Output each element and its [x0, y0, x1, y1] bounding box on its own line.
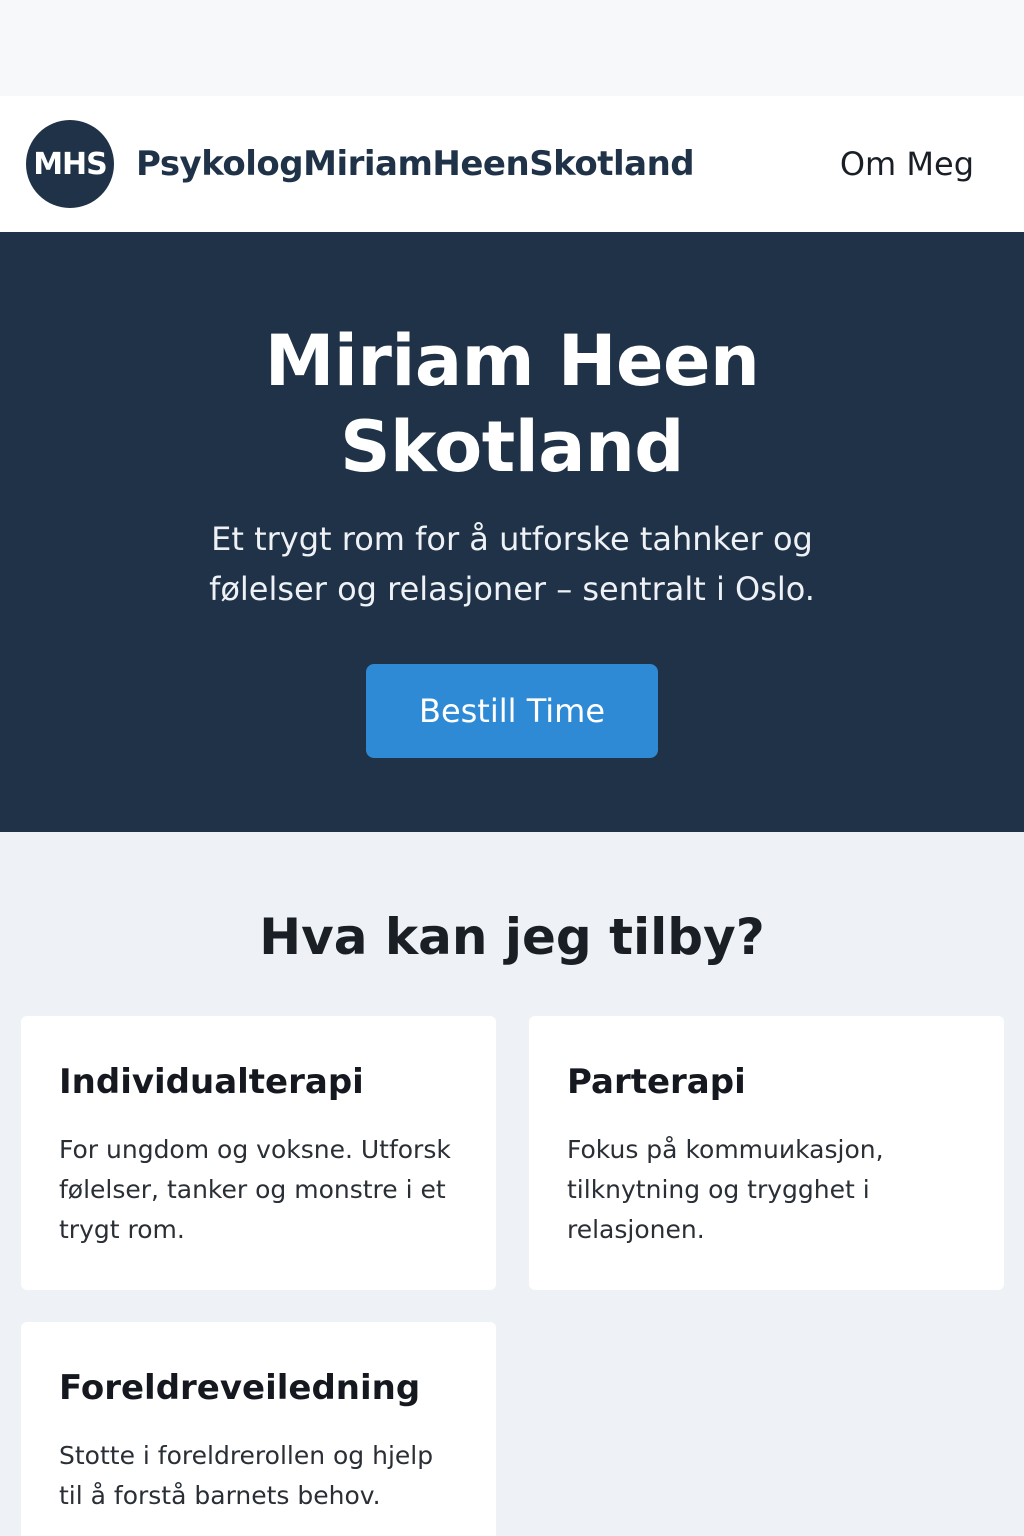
- nav-link-om-meg[interactable]: Om Meg: [840, 145, 974, 183]
- hero-section: Miriam Heen Skotland Et trygt rom for å …: [0, 232, 1024, 832]
- top-spacer: [0, 0, 1024, 96]
- service-card-title: Parterapi: [567, 1062, 746, 1102]
- services-heading: Hva kan jeg tilby?: [259, 908, 765, 966]
- navbar: MHS PsykologMiriamHeenSkotland Om Meg: [0, 96, 1024, 232]
- page: MHS PsykologMiriamHeenSkotland Om Meg Mi…: [0, 0, 1024, 1536]
- service-card-text: Fokus på kommuиkasjon, tilknytning og tr…: [567, 1135, 884, 1244]
- book-appointment-button[interactable]: Bestill Time: [366, 664, 658, 758]
- service-card-title: Foreldreveiledning: [59, 1368, 421, 1408]
- logo-badge[interactable]: MHS: [26, 120, 114, 208]
- services-section: Hva kan jeg tilby? Individualterapi For …: [0, 832, 1024, 1536]
- service-card-text: For ungdom og voksne. Utforsk følelser, …: [59, 1135, 451, 1244]
- service-card-parterapi[interactable]: Parterapi Fokus på kommuиkasjon, tilknyt…: [529, 1016, 1004, 1290]
- service-card-title: Individualterapi: [59, 1062, 364, 1102]
- site-name[interactable]: PsykologMiriamHeenSkotland: [136, 144, 840, 184]
- service-card-text: Stotte i foreldrerollen og hjelp til å f…: [59, 1441, 434, 1510]
- service-card-individualterapi[interactable]: Individualterapi For ungdom og voksne. U…: [21, 1016, 496, 1290]
- hero-subtitle: Et trygt rom for å utforske tahnker og f…: [209, 520, 815, 608]
- service-card-foreldreveiledning[interactable]: Foreldreveiledning Stotte i foreldreroll…: [21, 1322, 496, 1536]
- hero-title: Miriam Heen Skotland: [264, 320, 760, 488]
